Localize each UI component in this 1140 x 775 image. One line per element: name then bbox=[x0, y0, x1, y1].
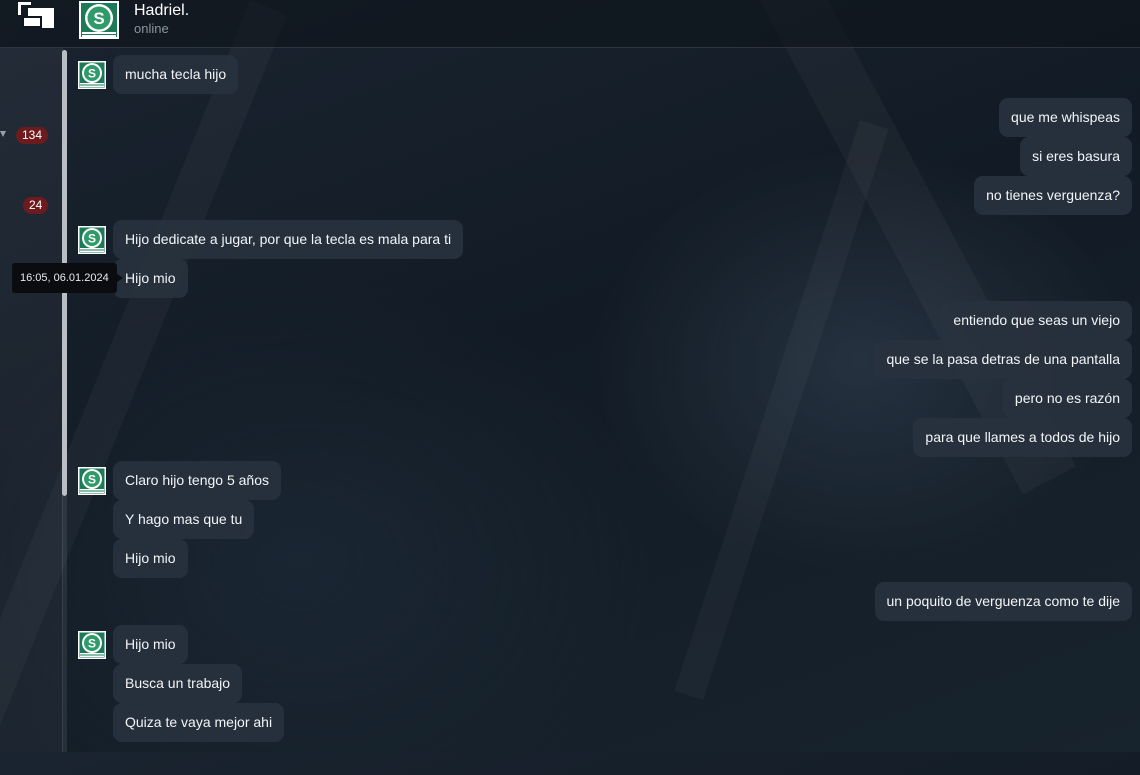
outgoing-message[interactable]: si eres basura bbox=[1020, 137, 1132, 176]
outgoing-message[interactable]: entiendo que seas un viejo bbox=[941, 301, 1132, 340]
background-art bbox=[675, 120, 889, 700]
sender-avatar[interactable]: S bbox=[78, 61, 106, 89]
incoming-message[interactable]: Hijo mio bbox=[113, 259, 188, 298]
outgoing-message[interactable]: que se la pasa detras de una pantalla bbox=[874, 340, 1132, 379]
incoming-message[interactable]: Quiza te vaya mejor ahi bbox=[113, 703, 285, 742]
svg-text:S: S bbox=[88, 67, 96, 81]
unread-badge: 134 bbox=[16, 127, 49, 144]
svg-text:S: S bbox=[88, 637, 96, 651]
outgoing-message[interactable]: pero no es razón bbox=[1002, 379, 1132, 418]
outgoing-message[interactable]: no tienes verguenza? bbox=[974, 176, 1132, 215]
unread-badge: 24 bbox=[23, 197, 49, 214]
contact-avatar[interactable]: S bbox=[79, 1, 119, 39]
sender-avatar[interactable]: S bbox=[78, 467, 106, 495]
incoming-message[interactable]: Hijo mio bbox=[113, 539, 188, 578]
incoming-message[interactable]: Claro hijo tengo 5 años bbox=[113, 461, 281, 500]
contact-status: online bbox=[134, 21, 169, 36]
conversation-item[interactable] bbox=[0, 56, 62, 96]
outgoing-message[interactable]: para que llames a todos de hijo bbox=[913, 418, 1132, 457]
chat-header: S Hadriel. online bbox=[0, 0, 1140, 48]
caret-icon bbox=[0, 131, 6, 137]
incoming-message[interactable]: Busca un trabajo bbox=[113, 664, 243, 703]
timestamp-tooltip: 16:05, 06.01.2024 bbox=[12, 263, 123, 293]
incoming-message[interactable]: mucha tecla hijo bbox=[113, 55, 239, 94]
outgoing-message[interactable]: que me whispeas bbox=[999, 98, 1132, 137]
incoming-message[interactable]: Hijo mio bbox=[113, 625, 188, 664]
window-icon-detail bbox=[24, 18, 40, 26]
outgoing-message[interactable]: un poquito de verguenza como te dije bbox=[874, 582, 1132, 621]
sender-avatar[interactable]: S bbox=[78, 631, 106, 659]
contact-name: Hadriel. bbox=[134, 2, 190, 19]
svg-text:S: S bbox=[88, 473, 96, 487]
svg-text:S: S bbox=[93, 9, 104, 28]
back-button[interactable] bbox=[14, 2, 62, 38]
svg-text:S: S bbox=[88, 232, 96, 246]
scrollbar-track bbox=[62, 496, 67, 752]
incoming-message[interactable]: Y hago mas que tu bbox=[113, 500, 255, 539]
incoming-message[interactable]: Hijo dedicate a jugar, por que la tecla … bbox=[113, 220, 464, 259]
sender-avatar[interactable]: S bbox=[78, 226, 106, 254]
